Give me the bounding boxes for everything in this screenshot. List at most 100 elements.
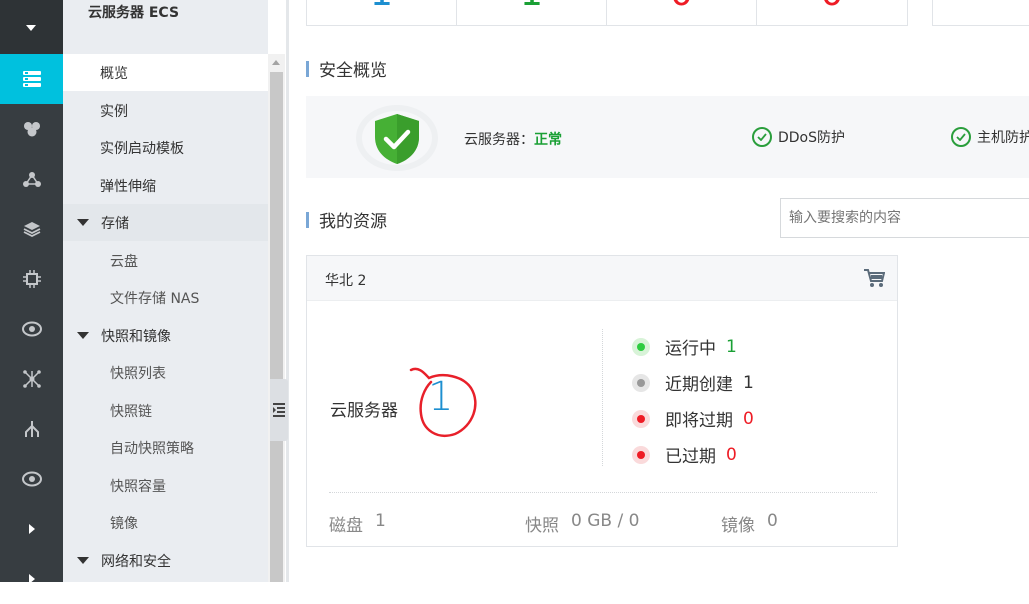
card-header: 华北 2 (307, 256, 897, 301)
sidebar-group-label: 网络和安全 (101, 553, 171, 570)
side-stat-box (932, 0, 1029, 26)
disk-summary[interactable]: 磁盘 1 (329, 511, 386, 536)
sidebar-group-network-security[interactable]: 网络和安全 (63, 542, 268, 579)
status-label: 近期创建 (665, 375, 733, 395)
check-label: DDoS防护 (778, 130, 846, 146)
heading-accent-bar (306, 211, 309, 228)
sidebar-item-auto-snapshot-policy[interactable]: 自动快照策略 (63, 429, 268, 466)
my-resources-heading: 我的资源 (306, 207, 387, 232)
summary-value: 0 (767, 511, 778, 531)
main-content: 1 1 0 0 安全概览 云服务器：正常 DDoS防护 主机防护 (289, 0, 1029, 582)
sidebar-item-label: 概览 (100, 65, 128, 82)
ecs-label: 云服务器 (330, 401, 398, 421)
chevron-down-icon (26, 25, 36, 31)
sidebar-item-overview[interactable]: 概览 (63, 54, 268, 91)
scrollbar-thumb[interactable] (270, 72, 283, 582)
sidebar-item-label: 实例启动模板 (100, 140, 184, 157)
stat-cell[interactable]: 0 (757, 0, 907, 26)
rail-item-tree[interactable] (0, 404, 63, 454)
caret-down-icon (77, 332, 89, 339)
stat-value: 0 (757, 0, 907, 14)
sidebar-item-snapshot-capacity[interactable]: 快照容量 (63, 467, 268, 504)
resource-search-input[interactable] (780, 198, 1029, 238)
layers-icon (23, 222, 40, 237)
scroll-up-arrow-icon[interactable] (272, 60, 280, 65)
status-label: 已过期 (665, 447, 716, 467)
rail-item-cluster[interactable] (0, 104, 63, 154)
eye-icon (21, 321, 42, 337)
chip-icon (22, 270, 41, 288)
sidebar-item-instances[interactable]: 实例 (63, 92, 268, 129)
sidebar-group-storage[interactable]: 存储 (63, 204, 268, 241)
sidebar-item-disks[interactable]: 云盘 (63, 242, 268, 279)
rail-item-network[interactable] (0, 154, 63, 204)
chevron-right-icon (28, 524, 35, 534)
sidebar-item-nas[interactable]: 文件存储 NAS (63, 279, 268, 316)
security-shield (356, 105, 438, 171)
red-status-dot-icon (632, 445, 650, 464)
sidebar-item-label: 快照链 (110, 403, 152, 420)
cart-icon[interactable] (863, 268, 885, 288)
sidebar-group-snapshots-images[interactable]: 快照和镜像 (63, 317, 268, 354)
rail-item-security[interactable] (0, 454, 63, 504)
security-panel: 云服务器：正常 DDoS防护 主机防护 (306, 96, 1029, 178)
stat-cell[interactable]: 1 (307, 0, 457, 26)
status-value: 正常 (534, 132, 562, 148)
sidebar-item-label: 镜像 (110, 515, 138, 532)
stat-cell[interactable]: 0 (607, 0, 757, 26)
sidebar-item-launch-templates[interactable]: 实例启动模板 (63, 129, 268, 166)
sidebar-item-snapshot-list[interactable]: 快照列表 (63, 354, 268, 391)
status-count: 0 (743, 408, 754, 429)
sidebar-title: 云服务器 ECS (88, 5, 180, 21)
server-icon (22, 71, 41, 87)
caret-down-icon (77, 219, 89, 226)
status-count: 1 (743, 372, 754, 393)
green-status-dot-icon (632, 337, 650, 356)
network-nodes-icon (22, 172, 41, 187)
status-expiring-row[interactable]: 即将过期 0 (632, 406, 754, 431)
collapse-sidebar-button[interactable] (270, 379, 288, 441)
sidebar-item-images[interactable]: 镜像 (63, 504, 268, 541)
summary-label: 镜像 (721, 516, 755, 536)
sidebar-group-label: 快照和镜像 (101, 328, 171, 345)
host-protection-item[interactable]: 主机防护 (951, 127, 1029, 147)
rail-item-layers[interactable] (0, 204, 63, 254)
section-title: 安全概览 (319, 61, 387, 81)
server-security-status: 云服务器：正常 (464, 129, 562, 149)
security-overview-heading: 安全概览 (306, 56, 387, 81)
rail-item-ecs[interactable] (0, 54, 63, 104)
gray-status-dot-icon (632, 373, 650, 392)
ddos-protection-item[interactable]: DDoS防护 (752, 127, 845, 147)
snapshot-summary[interactable]: 快照 0 GB / 0 (525, 511, 639, 536)
secondary-sidebar: 云服务器 ECS 概览 实例 实例启动模板 弹性伸缩 存储 云盘 文件存储 NA… (63, 0, 268, 582)
check-circle-icon (752, 127, 772, 147)
summary-value: 0 GB / 0 (571, 511, 640, 531)
region-resource-card: 华北 2 云服务器 1 运行中 1 近期创建 1 即将过期 0 已过期 0 磁盘… (306, 255, 898, 547)
summary-label: 快照 (525, 516, 559, 536)
stat-cell[interactable]: 1 (457, 0, 607, 26)
red-circle-annotation (409, 367, 477, 437)
rail-item-more[interactable] (0, 504, 63, 554)
rail-item-star-network[interactable] (0, 354, 63, 404)
sidebar-item-label: 实例 (100, 103, 128, 120)
status-expired-row[interactable]: 已过期 0 (632, 442, 737, 467)
status-recent-row[interactable]: 近期创建 1 (632, 370, 754, 395)
image-summary[interactable]: 镜像 0 (721, 511, 778, 536)
rail-item-more-2[interactable] (0, 554, 63, 604)
sidebar-item-auto-scaling[interactable]: 弹性伸缩 (63, 167, 268, 204)
status-running-row[interactable]: 运行中 1 (632, 334, 737, 359)
sidebar-item-label: 快照列表 (110, 365, 166, 382)
status-count: 0 (726, 444, 737, 465)
chevron-right-icon (28, 574, 35, 584)
status-count: 1 (726, 336, 737, 357)
sidebar-scrollbar[interactable] (268, 54, 285, 582)
check-label: 主机防护 (977, 130, 1029, 146)
stat-value: 1 (307, 0, 456, 14)
sidebar-item-snapshot-chain[interactable]: 快照链 (63, 392, 268, 429)
status-label: 云服务器： (464, 132, 534, 148)
rail-expand-button[interactable] (0, 0, 63, 54)
region-name: 华北 2 (325, 273, 367, 289)
heading-accent-bar (306, 60, 309, 77)
rail-item-chip[interactable] (0, 254, 63, 304)
rail-item-monitor[interactable] (0, 304, 63, 354)
